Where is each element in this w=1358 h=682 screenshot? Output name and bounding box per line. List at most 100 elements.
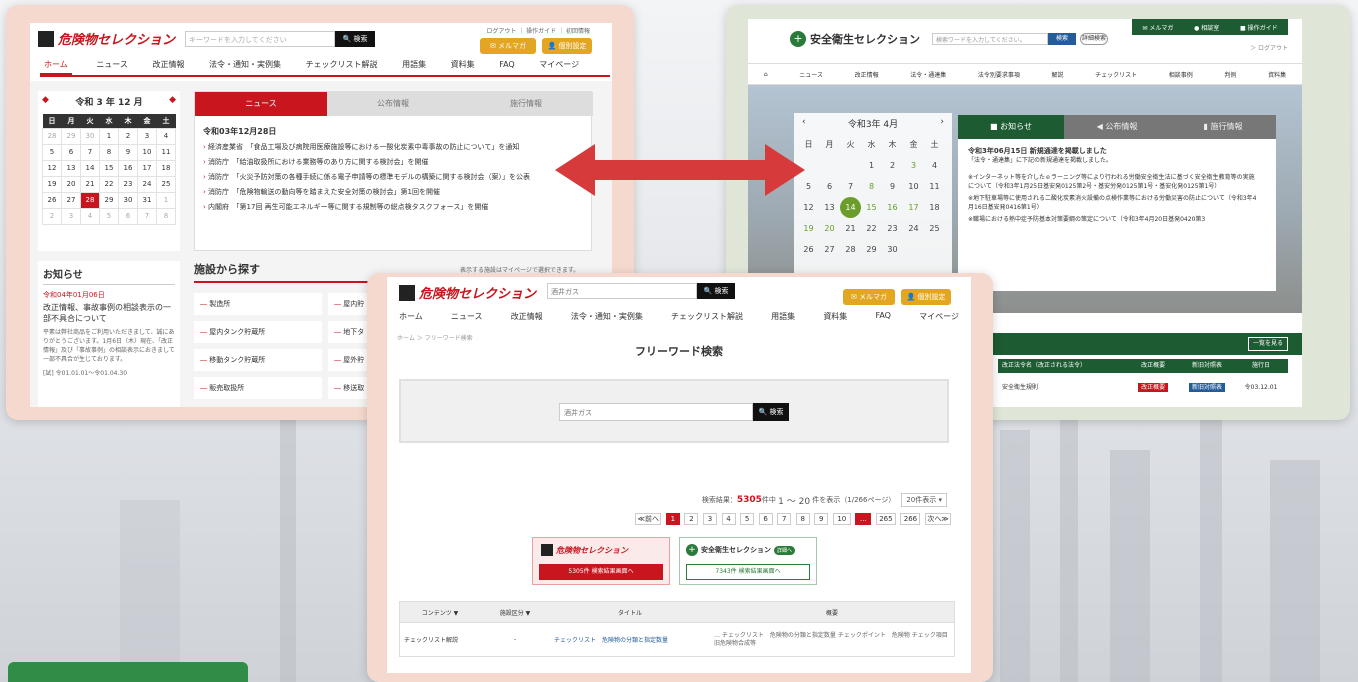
nav-home[interactable]: ホーム — [399, 311, 423, 322]
page-link[interactable]: 7 — [777, 513, 792, 525]
nav-faq[interactable]: FAQ — [875, 311, 891, 322]
center-search-input[interactable]: 酒井ガス — [547, 283, 697, 299]
right-nav-item[interactable]: 判例 — [1224, 70, 1236, 79]
revision-summary-badge[interactable]: 改正概要 — [1138, 382, 1169, 392]
nav-faq[interactable]: FAQ — [499, 60, 515, 69]
right-guide-link[interactable]: ■ 操作ガイド — [1240, 23, 1278, 32]
comparison-badge[interactable]: 新旧対照表 — [1189, 382, 1226, 392]
cal-next-button[interactable]: ◆ — [169, 95, 176, 108]
page-link[interactable]: 6 — [758, 513, 773, 525]
nav-docs[interactable]: 資料集 — [823, 311, 847, 322]
right-adv-button[interactable]: 詳細検索 — [1080, 33, 1108, 45]
center-member-button[interactable]: 👤 個別設定 — [901, 289, 951, 305]
right-search-button[interactable]: 検索 — [1048, 33, 1076, 45]
right-nav-item[interactable]: 改正情報 — [855, 70, 879, 79]
right-cal-next[interactable]: › — [940, 117, 944, 130]
page-link[interactable]: 265 — [875, 513, 896, 525]
news-item[interactable]: › 内閣府 「第17回 再生可能エネルギー等に関する規制等の総点検タスクフォース… — [203, 202, 588, 212]
news-item[interactable]: › 消防庁 「給油取扱所における業務等のあり方に関する検討会」を開催 — [203, 157, 588, 167]
page-link[interactable]: 266 — [900, 513, 921, 525]
center-logo[interactable]: 危険物セレクション — [399, 283, 536, 302]
left-toplinks[interactable]: ログアウト ｜ 操作ガイド ｜ 初回情報 — [486, 26, 590, 35]
card-safety-tag[interactable]: 詳細へ — [774, 545, 796, 555]
right-consult-link[interactable]: ● 相談室 — [1194, 23, 1219, 32]
right-nav-item[interactable]: 解説 — [1052, 70, 1064, 79]
left-search-button[interactable]: 🔍 検索 — [335, 31, 375, 47]
per-page-select[interactable]: 20件表示 ▾ — [901, 493, 947, 507]
right-more-button[interactable]: 一覧を見る — [1248, 337, 1288, 351]
news-item[interactable]: › 消防庁 「危険物輸送の動向等を踏まえた安全対策の検討会」第1回を開催 — [203, 187, 588, 197]
page-link[interactable]: 9 — [814, 513, 829, 525]
facility-item[interactable]: ― 販売取扱所 — [194, 377, 322, 399]
breadcrumb[interactable]: ホーム ＞ フリーワード検索 — [397, 333, 473, 342]
tab-news[interactable]: ニュース — [195, 92, 327, 116]
th-facility[interactable]: 施設区分 ▼ — [480, 608, 550, 617]
nav-home[interactable]: ホーム — [40, 59, 72, 75]
right-nav-item[interactable]: ニュース — [799, 70, 823, 79]
right-nav-item[interactable]: 法令別要求事項 — [978, 70, 1020, 79]
right-nav-item[interactable]: チェックリスト — [1095, 70, 1137, 79]
right-nav-item[interactable]: 資料集 — [1268, 70, 1286, 79]
right-tab-notice[interactable]: ■ お知らせ — [958, 115, 1064, 139]
card-safety-button[interactable]: 7343件 検索結果画面へ — [686, 564, 810, 580]
notice-head[interactable]: 改正情報、事故事例の相談表示の一部不具合について — [43, 302, 175, 324]
page-link[interactable]: 4 — [721, 513, 736, 525]
nav-checklist[interactable]: チェックリスト解説 — [671, 311, 743, 322]
right-mailmag-link[interactable]: ✉ メルマガ — [1142, 23, 1173, 32]
nav-revision[interactable]: 改正情報 — [152, 59, 184, 70]
nav-law[interactable]: 法令・通知・実例集 — [571, 311, 643, 322]
center-search-button[interactable]: 🔍 検索 — [697, 283, 735, 299]
th-content[interactable]: コンテンツ ▼ — [400, 608, 480, 617]
page-link[interactable]: 5 — [740, 513, 755, 525]
cal-prev-button[interactable]: ◆ — [42, 95, 49, 108]
right-tab-promulgation[interactable]: ◀ 公布情報 — [1064, 115, 1170, 139]
page-next[interactable]: 次へ≫ — [925, 513, 951, 525]
nav-mypage[interactable]: マイページ — [919, 311, 959, 322]
nav-revision[interactable]: 改正情報 — [511, 311, 543, 322]
tab-enforcement[interactable]: 施行情報 — [459, 92, 593, 116]
page-current[interactable]: 1 — [665, 513, 680, 525]
right-notice-head[interactable]: 令和3年06月15日 新規通達を掲載しました — [968, 147, 1258, 156]
center-mailmag-button[interactable]: ✉ メルマガ — [843, 289, 895, 305]
facility-item[interactable]: ― 屋内タンク貯蔵所 — [194, 321, 322, 343]
nav-glossary[interactable]: 用語集 — [402, 59, 426, 70]
nav-checklist[interactable]: チェックリスト解説 — [306, 59, 378, 70]
nav-docs[interactable]: 資料集 — [451, 59, 475, 70]
tab-promulgation[interactable]: 公布情報 — [327, 92, 459, 116]
left-logo[interactable]: 危険物セレクション — [38, 29, 175, 48]
left-search-input[interactable]: キーワードを入力してください — [185, 31, 335, 47]
right-notice-item[interactable]: ※職場における熱中症予防基本対策要綱の策定について（令和3年4月20日基発042… — [968, 215, 1258, 224]
right-cal-prev[interactable]: ‹ — [802, 117, 806, 130]
right-tab-enforcement[interactable]: ▮ 施行情報 — [1170, 115, 1276, 139]
nav-law[interactable]: 法令・通知・実例集 — [209, 59, 281, 70]
right-notice-item[interactable]: ※インターネット等を介したｅラーニング等により行われる労働安全衛生法に基づく安全… — [968, 173, 1258, 191]
right-topbar: ✉ メルマガ ● 相談室 ■ 操作ガイド — [1132, 19, 1288, 35]
inner-search-button[interactable]: 🔍 検索 — [753, 403, 789, 421]
right-logo[interactable]: + 安全衛生セレクション — [790, 31, 920, 47]
right-search-input[interactable]: 検索ワードを入力してください。 — [932, 33, 1048, 45]
facility-item[interactable]: ― 移動タンク貯蔵所 — [194, 349, 322, 371]
right-notice-item[interactable]: ※地下駐車場等に使用される二酸化炭素消火設備の点検作業等における労働災害の防止に… — [968, 194, 1258, 212]
page-link[interactable]: 10 — [832, 513, 851, 525]
right-notice-text: 令和3年06月15日 新規通達を掲載しました 「法令・通達集」に下記の新規通達を… — [968, 147, 1258, 224]
right-nav-item[interactable]: 法令・通達集 — [910, 70, 946, 79]
mailmag-button[interactable]: ✉ メルマガ — [480, 38, 536, 54]
page-link[interactable]: 8 — [795, 513, 810, 525]
nav-news[interactable]: ニュース — [96, 59, 128, 70]
nav-glossary[interactable]: 用語集 — [771, 311, 795, 322]
home-icon[interactable]: ⌂ — [764, 71, 768, 78]
result-title-link[interactable]: チェックリスト 危険物の分類と指定数量 — [550, 635, 710, 644]
news-item[interactable]: › 消防庁 「火災予防対策の各種手続に係る電子申請等の標準モデルの構築に関する検… — [203, 172, 588, 182]
page-prev[interactable]: ≪前へ — [635, 513, 662, 525]
right-nav-item[interactable]: 相談事例 — [1169, 70, 1193, 79]
facility-item[interactable]: ― 製造所 — [194, 293, 322, 315]
nav-mypage[interactable]: マイページ — [539, 59, 579, 70]
right-logout[interactable]: ＞ ログアウト — [1250, 43, 1288, 52]
card-hazard-button[interactable]: 5305件 検索結果画面へ — [539, 564, 663, 580]
page-link[interactable]: 3 — [702, 513, 717, 525]
news-item[interactable]: › 経済産業省 「食品工場及び病院用医療施設等における一酸化炭素中毒事故の防止に… — [203, 142, 588, 152]
member-button[interactable]: 👤 個別設定 — [542, 38, 592, 54]
nav-news[interactable]: ニュース — [451, 311, 483, 322]
page-link[interactable]: 2 — [684, 513, 699, 525]
inner-search-input[interactable]: 酒井ガス — [559, 403, 753, 421]
